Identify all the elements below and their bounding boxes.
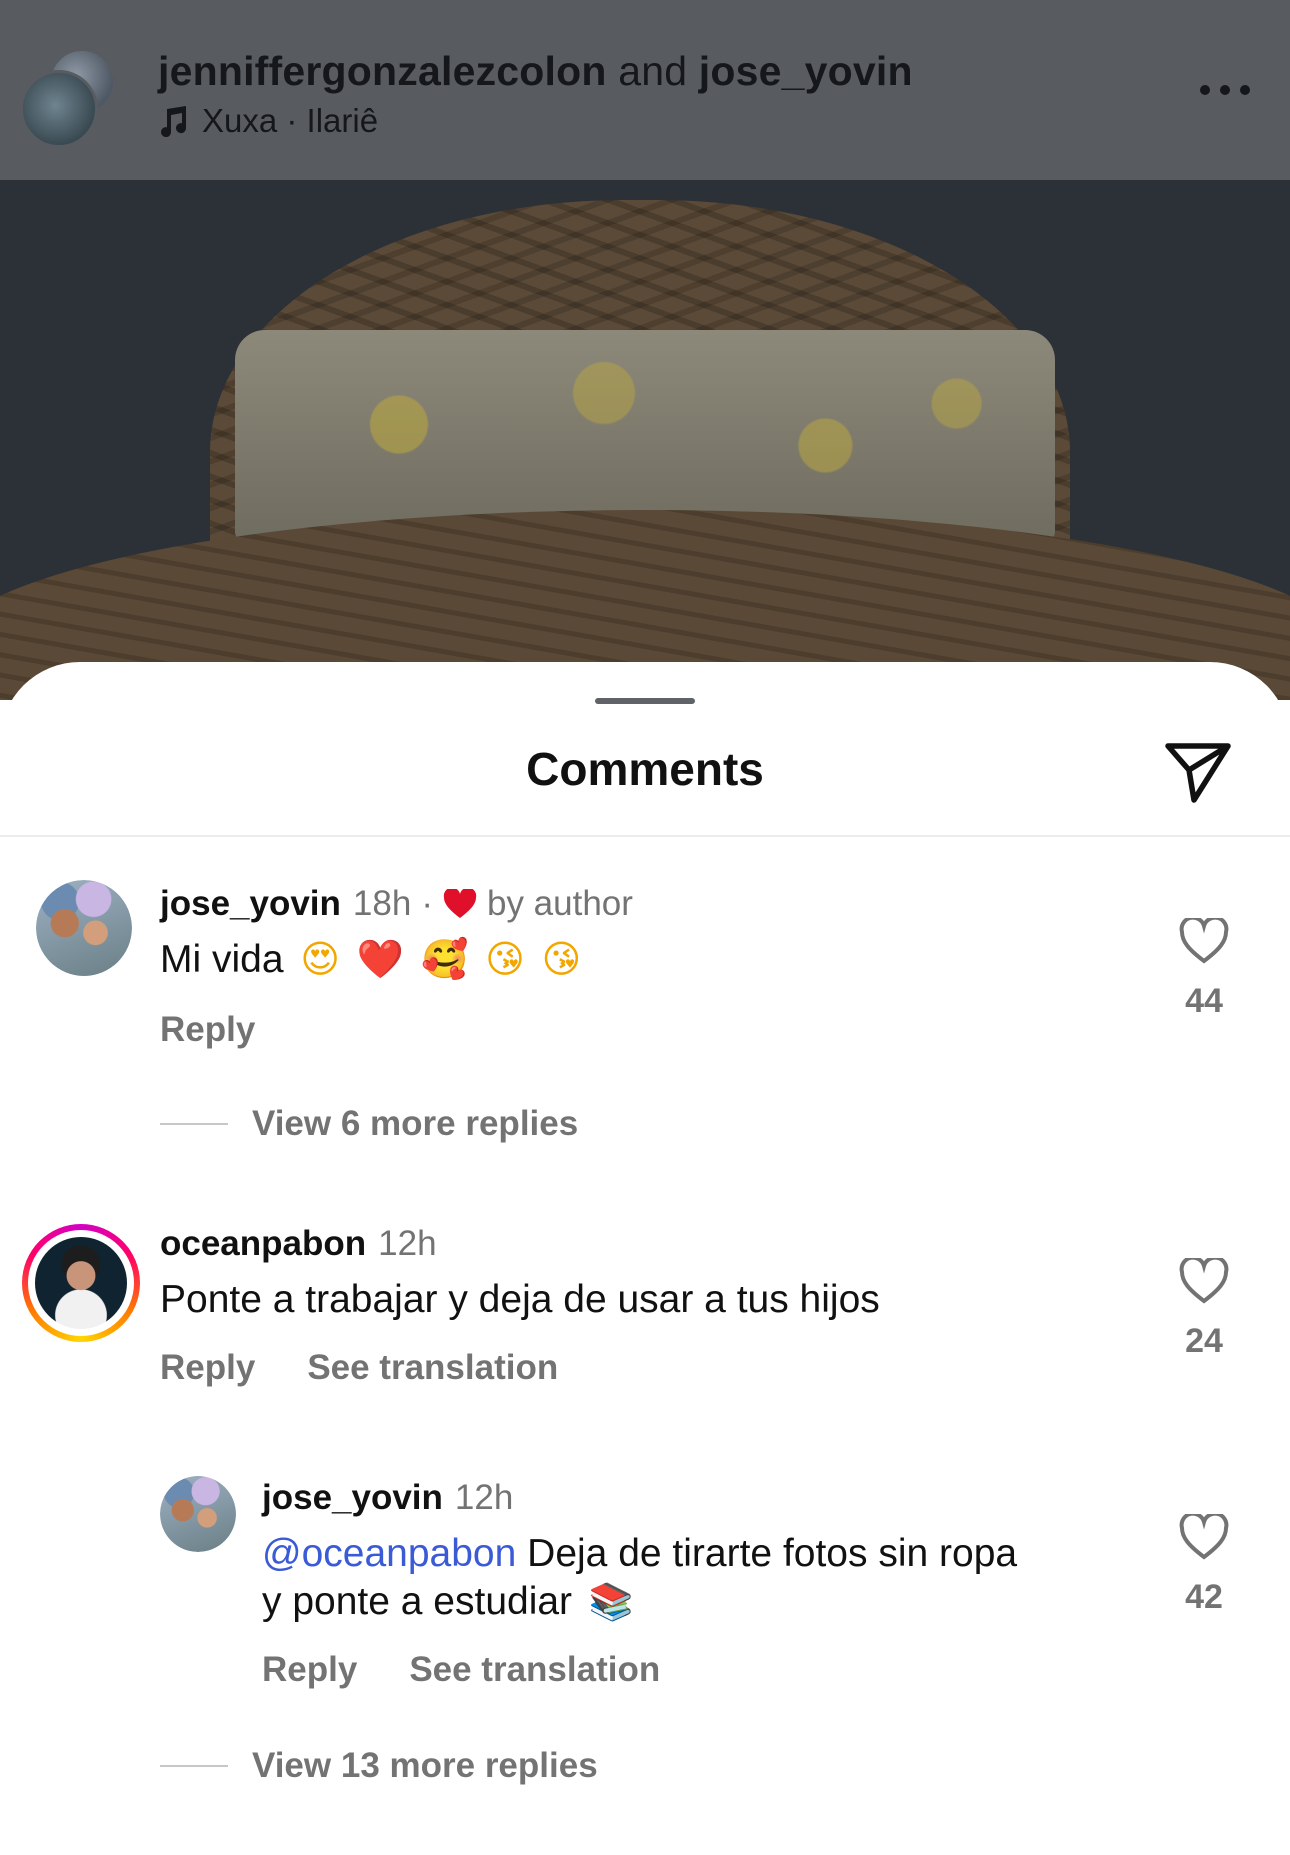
reply-button[interactable]: Reply <box>160 1348 255 1388</box>
comment-text: Mi vida 😍 ❤️ 🥰 😘 😘 <box>160 936 581 983</box>
post-header: jenniffergonzalezcolon and jose_yovin Xu… <box>0 0 1290 180</box>
song-title: Xuxa · Ilariê <box>202 102 379 139</box>
like-count: 24 <box>1185 1322 1223 1360</box>
comment-username[interactable]: jose_yovin <box>262 1478 443 1518</box>
like-column: 24 <box>1164 1258 1244 1361</box>
avatar[interactable] <box>22 1224 140 1342</box>
avatar <box>20 70 98 148</box>
comment-text: @oceanpabon Deja de tirarte fotos sin ro… <box>262 1530 1017 1577</box>
comment-body: Deja de tirarte fotos sin ropa <box>527 1532 1018 1575</box>
comment-time: 12h <box>454 1478 514 1517</box>
post-authors[interactable]: jenniffergonzalezcolon and jose_yovin <box>158 48 913 95</box>
comment-body: y ponte a estudiar <box>262 1580 573 1623</box>
like-count: 42 <box>1185 1578 1223 1616</box>
sheet-title: Comments <box>526 743 764 795</box>
comment-body: Mi vida <box>160 938 284 981</box>
author-username[interactable]: jose_yovin <box>699 48 913 94</box>
comments-sheet: Comments jose_yovin 18h · by author Mi v… <box>0 662 1290 1855</box>
share-send-icon[interactable] <box>1164 740 1232 804</box>
separator-dot: · <box>421 884 433 923</box>
comment-meta: oceanpabon 12h <box>160 1224 437 1264</box>
comment-meta: jose_yovin 18h · by author <box>160 884 633 924</box>
like-count: 44 <box>1185 982 1223 1020</box>
comment-time: 18h <box>352 884 412 923</box>
view-replies-label: View 6 more replies <box>252 1104 579 1143</box>
avatar[interactable] <box>160 1476 236 1552</box>
heart-outline-icon[interactable] <box>1179 1258 1229 1304</box>
emoji: 😍 <box>300 937 341 981</box>
post-media[interactable] <box>0 180 1290 700</box>
emoji: 😘 <box>541 937 582 981</box>
view-more-replies[interactable]: View 6 more replies <box>160 1104 578 1144</box>
comment-meta: jose_yovin 12h <box>262 1478 513 1518</box>
like-column: 42 <box>1164 1514 1244 1617</box>
comment-text: Ponte a trabajar y deja de usar a tus hi… <box>160 1278 880 1321</box>
more-options-icon[interactable] <box>1200 80 1250 100</box>
mention-link[interactable]: @oceanpabon <box>262 1532 516 1575</box>
comment-actions: Reply See translation <box>160 1348 558 1388</box>
comment-text-line2: y ponte a estudiar 📚 <box>262 1578 634 1626</box>
comment-username[interactable]: jose_yovin <box>160 884 341 924</box>
view-more-replies[interactable]: View 13 more replies <box>160 1746 598 1786</box>
emoji: 😘 <box>485 937 525 981</box>
comment-time: 12h <box>378 1224 437 1263</box>
comment-actions: Reply <box>160 1010 255 1050</box>
hat-band <box>235 330 1055 540</box>
author-username[interactable]: jenniffergonzalezcolon <box>158 48 607 94</box>
comment-username[interactable]: oceanpabon <box>160 1224 366 1264</box>
collab-avatars[interactable] <box>20 48 120 148</box>
and-text: and <box>618 48 688 94</box>
liked-by-author: by author <box>486 884 633 923</box>
view-replies-label: View 13 more replies <box>252 1746 598 1785</box>
see-translation-button[interactable]: See translation <box>307 1348 558 1388</box>
heart-outline-icon[interactable] <box>1179 1514 1229 1560</box>
avatar[interactable] <box>36 880 132 976</box>
reply-button[interactable]: Reply <box>160 1010 255 1050</box>
comment-actions: Reply See translation <box>262 1650 660 1690</box>
emoji: 🥰 <box>421 937 469 981</box>
divider <box>0 835 1290 837</box>
heart-outline-icon[interactable] <box>1179 918 1229 964</box>
emoji: 📚 <box>588 1582 634 1623</box>
heart-filled-icon <box>443 889 477 918</box>
like-column: 44 <box>1164 918 1244 1021</box>
emoji: ❤️ <box>356 937 405 981</box>
sheet-grabber[interactable] <box>595 698 695 704</box>
see-translation-button[interactable]: See translation <box>409 1650 660 1690</box>
music-note-icon <box>161 106 187 137</box>
music-info[interactable]: Xuxa · Ilariê <box>158 102 378 140</box>
reply-button[interactable]: Reply <box>262 1650 357 1690</box>
